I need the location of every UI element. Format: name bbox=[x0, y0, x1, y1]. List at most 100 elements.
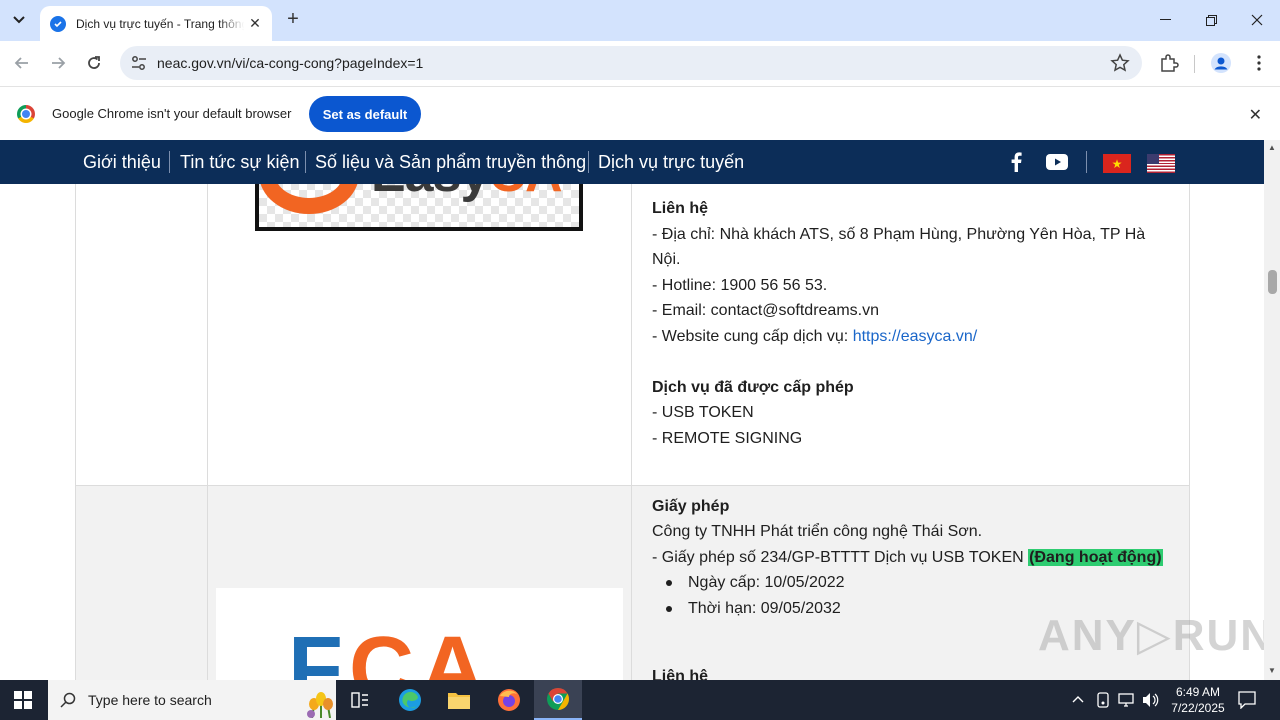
website-line: - Website cung cấp dịch vụ: https://easy… bbox=[652, 328, 978, 345]
windows-taskbar: Type here to search 6:49 AM 7/22/2025 bbox=[0, 680, 1280, 720]
nav-item-tin-tuc[interactable]: Tin tức sự kiện bbox=[180, 152, 299, 173]
license-heading: Giấy phép bbox=[652, 498, 730, 515]
contact-heading: Liên hệ bbox=[652, 200, 709, 217]
row-divider bbox=[75, 485, 1189, 486]
file-explorer-taskbar-button[interactable] bbox=[435, 680, 483, 720]
volume-icon[interactable] bbox=[1142, 692, 1160, 708]
arrow-left-icon bbox=[14, 57, 28, 69]
edge-icon bbox=[399, 689, 421, 711]
search-icon bbox=[60, 692, 76, 708]
facebook-icon[interactable] bbox=[1010, 152, 1022, 172]
chrome-taskbar-button[interactable] bbox=[534, 680, 582, 720]
toolbar-divider bbox=[1194, 55, 1195, 73]
address-bar[interactable]: neac.gov.vn/vi/ca-cong-cong?pageIndex=1 bbox=[120, 46, 1142, 80]
tab-close-icon[interactable]: ✕ bbox=[246, 14, 264, 32]
close-window-button[interactable] bbox=[1234, 0, 1280, 40]
browser-toolbar: neac.gov.vn/vi/ca-cong-cong?pageIndex=1 bbox=[0, 41, 1280, 86]
vietnamese-flag-icon[interactable]: ★ bbox=[1103, 154, 1131, 173]
back-button[interactable] bbox=[8, 49, 36, 77]
company-name: Công ty TNHH Phát triển công nghệ Thái S… bbox=[652, 523, 983, 540]
profile-avatar-icon bbox=[1211, 53, 1231, 73]
minimize-icon bbox=[1159, 19, 1171, 20]
clock-date: 7/22/2025 bbox=[1171, 701, 1225, 715]
expiry-date: Thời hạn: 09/05/2032 bbox=[688, 600, 841, 617]
email: - Email: contact@softdreams.vn bbox=[652, 302, 879, 319]
service-item: - REMOTE SIGNING bbox=[652, 430, 803, 447]
chrome-menu-button[interactable] bbox=[1248, 52, 1270, 74]
task-view-button[interactable] bbox=[336, 680, 384, 720]
close-icon bbox=[1251, 14, 1263, 26]
table-border bbox=[207, 184, 208, 680]
license-line: - Giấy phép số 234/GP-BTTTT Dịch vụ USB … bbox=[652, 549, 1163, 566]
chrome-logo-icon bbox=[17, 105, 35, 123]
browser-tab[interactable]: Dịch vụ trực tuyến - Trang thông tin ✕ bbox=[40, 6, 272, 41]
nav-separator bbox=[305, 151, 306, 173]
infobar-message: Google Chrome isn't your default browser bbox=[52, 106, 292, 121]
tulip-decoration-icon bbox=[307, 692, 333, 718]
nav-separator bbox=[1086, 151, 1087, 173]
firefox-taskbar-button[interactable] bbox=[485, 680, 533, 720]
scroll-thumb[interactable] bbox=[1268, 270, 1277, 294]
system-clock[interactable]: 6:49 AM 7/22/2025 bbox=[1160, 684, 1236, 716]
chrome-icon bbox=[547, 688, 569, 710]
task-view-icon bbox=[351, 692, 368, 708]
status-badge: (Đang hoạt động) bbox=[1028, 549, 1163, 566]
fca-logo-text: FCA bbox=[288, 619, 491, 680]
device-icon[interactable] bbox=[1096, 692, 1110, 708]
site-favicon-icon bbox=[50, 15, 66, 32]
nav-item-dich-vu[interactable]: Dịch vụ trực tuyến bbox=[598, 152, 744, 173]
profile-button[interactable] bbox=[1210, 52, 1232, 74]
new-tab-button[interactable]: + bbox=[282, 9, 304, 31]
site-navigation: Giới thiệu Tin tức sự kiện Số liệu và Sả… bbox=[0, 140, 1264, 184]
chevron-down-icon bbox=[13, 16, 25, 24]
easyca-logo-text: EasyCA bbox=[371, 184, 563, 204]
kebab-menu-icon bbox=[1257, 55, 1261, 71]
set-as-default-button[interactable]: Set as default bbox=[309, 96, 421, 132]
restore-button[interactable] bbox=[1188, 0, 1234, 40]
english-flag-icon[interactable] bbox=[1147, 154, 1175, 173]
tray-chevron-up-icon[interactable] bbox=[1072, 694, 1084, 704]
reload-icon bbox=[88, 56, 100, 69]
taskbar-search-placeholder: Type here to search bbox=[88, 692, 212, 708]
address-line: Nội. bbox=[652, 251, 681, 268]
extensions-button[interactable] bbox=[1158, 52, 1180, 74]
website-link[interactable]: https://easyca.vn/ bbox=[853, 328, 978, 345]
infobar-close-icon[interactable]: ✕ bbox=[1249, 105, 1262, 125]
scroll-down-icon[interactable]: ▼ bbox=[1268, 667, 1276, 675]
bullet-icon bbox=[666, 606, 672, 612]
services-heading: Dịch vụ đã được cấp phép bbox=[652, 379, 854, 396]
arrow-right-icon bbox=[52, 57, 66, 69]
puzzle-icon bbox=[1161, 54, 1179, 72]
minimize-button[interactable] bbox=[1142, 0, 1188, 40]
forward-button[interactable] bbox=[44, 49, 72, 77]
youtube-icon[interactable] bbox=[1046, 154, 1068, 170]
service-item: - USB TOKEN bbox=[652, 404, 754, 421]
tab-search-button[interactable] bbox=[6, 8, 32, 32]
page-scrollbar[interactable]: ▲ ▼ bbox=[1264, 140, 1280, 680]
default-browser-infobar: Google Chrome isn't your default browser… bbox=[0, 86, 1280, 140]
nav-item-so-lieu[interactable]: Số liệu và Sản phẩm truyền thông bbox=[315, 152, 586, 173]
anyrun-watermark: ANY▷RUN bbox=[1038, 611, 1275, 660]
nav-item-gioi-thieu[interactable]: Giới thiệu bbox=[83, 152, 161, 173]
table-border bbox=[631, 184, 632, 680]
easyca-logo-mark bbox=[259, 184, 359, 214]
scroll-up-icon[interactable]: ▲ bbox=[1268, 144, 1276, 152]
taskbar-search[interactable]: Type here to search bbox=[48, 680, 336, 720]
reload-button[interactable] bbox=[80, 49, 108, 77]
hotline: - Hotline: 1900 56 56 53. bbox=[652, 277, 828, 294]
page-content: EasyCA Liên hệ - Địa chỉ: Nhà khách ATS,… bbox=[0, 184, 1264, 680]
bullet-icon bbox=[666, 580, 672, 586]
firefox-icon bbox=[498, 689, 520, 711]
nav-separator bbox=[588, 151, 589, 173]
edge-taskbar-button[interactable] bbox=[386, 680, 434, 720]
network-icon[interactable] bbox=[1118, 692, 1136, 708]
bookmark-star-icon[interactable] bbox=[1110, 53, 1130, 73]
fca-logo: FCA bbox=[216, 588, 623, 680]
tab-strip: Dịch vụ trực tuyến - Trang thông tin ✕ + bbox=[0, 0, 1280, 41]
site-settings-icon[interactable] bbox=[130, 54, 148, 72]
notifications-icon[interactable] bbox=[1238, 691, 1256, 709]
windows-start-icon[interactable] bbox=[14, 691, 32, 709]
folder-icon bbox=[448, 693, 470, 709]
contact-heading: Liên hệ bbox=[652, 668, 709, 680]
table-border bbox=[75, 184, 76, 680]
